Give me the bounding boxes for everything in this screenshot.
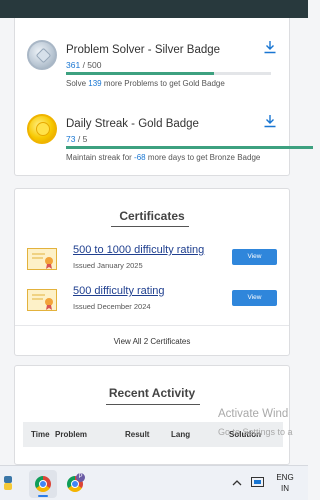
certificate-title-link[interactable]: 500 difficulty rating xyxy=(73,285,165,297)
badge-progress-total: / 5 xyxy=(77,134,88,144)
windows-taskbar: P ENG IN xyxy=(0,465,308,500)
column-header-time[interactable]: Time xyxy=(31,430,50,439)
badge-hint: Maintain streak for -68 more days to get… xyxy=(66,152,271,163)
chrome-icon xyxy=(35,476,51,492)
chrome-profile-taskbar-button[interactable]: P xyxy=(61,470,89,498)
certificate-issued-date: Issued December 2024 xyxy=(73,302,151,311)
activate-windows-watermark: Activate Wind xyxy=(218,408,289,420)
certificates-heading: Certificates xyxy=(119,209,185,223)
badge-hint-prefix: Solve xyxy=(66,79,87,88)
download-icon[interactable] xyxy=(263,114,277,128)
badge-progress-bar xyxy=(66,72,271,75)
badge-progress-total: / 500 xyxy=(82,60,102,70)
badge-progress-current: 361 xyxy=(66,60,81,70)
badge-problem-solver: Problem Solver - Silver Badge 361 / 500 … xyxy=(25,40,285,100)
language-indicator[interactable]: ENG IN xyxy=(270,472,300,494)
activate-windows-subtext: Go to Settings to a xyxy=(218,427,293,437)
network-icon[interactable] xyxy=(251,477,264,489)
column-header-result[interactable]: Result xyxy=(125,430,149,439)
certificate-title-link[interactable]: 500 to 1000 difficulty rating xyxy=(73,244,204,256)
certificate-item: 500 to 1000 difficulty rating Issued Jan… xyxy=(25,244,281,274)
view-certificate-button[interactable]: View xyxy=(232,249,277,265)
badge-progress-bar xyxy=(66,146,313,149)
badge-progress-fill xyxy=(66,146,313,149)
badge-hint-prefix: Maintain streak for xyxy=(66,153,132,162)
certificate-item: 500 difficulty rating Issued December 20… xyxy=(25,285,281,315)
badge-hint-number: -68 xyxy=(134,153,146,162)
heading-underline xyxy=(106,404,200,405)
region-code: IN xyxy=(281,484,289,493)
badge-hint: Solve 139 more Problems to get Gold Badg… xyxy=(66,78,271,89)
badge-title: Daily Streak - Gold Badge xyxy=(66,118,199,130)
badges-card: Problem Solver - Silver Badge 361 / 500 … xyxy=(14,18,313,176)
gold-badge-icon xyxy=(27,114,57,144)
divider xyxy=(15,325,289,326)
python-icon[interactable] xyxy=(2,475,14,491)
badge-progress-fill xyxy=(66,72,214,75)
badge-hint-suffix: more days to get Bronze Badge xyxy=(147,153,261,162)
badge-title: Problem Solver - Silver Badge xyxy=(66,44,221,56)
chrome-taskbar-button[interactable] xyxy=(29,470,57,498)
language-code: ENG xyxy=(276,473,294,482)
silver-badge-icon xyxy=(27,40,57,70)
certificate-icon xyxy=(27,248,57,270)
column-header-lang[interactable]: Lang xyxy=(171,430,190,439)
heading-underline xyxy=(111,226,189,227)
recent-activity-heading: Recent Activity xyxy=(108,386,196,400)
certificates-card: Certificates 500 to 1000 difficulty rati… xyxy=(14,188,290,356)
certificate-issued-date: Issued January 2025 xyxy=(73,261,143,270)
certificate-icon xyxy=(27,289,57,311)
download-icon[interactable] xyxy=(263,40,277,54)
badge-hint-suffix: more Problems to get Gold Badge xyxy=(103,79,225,88)
badge-daily-streak: Daily Streak - Gold Badge 73 / 5 Maintai… xyxy=(25,114,313,174)
badge-progress-text: 361 / 500 xyxy=(66,60,101,70)
chevron-up-icon[interactable] xyxy=(232,479,242,487)
badge-hint-number: 139 xyxy=(88,79,102,88)
badge-progress-current: 73 xyxy=(66,134,76,144)
top-navigation-bar xyxy=(0,0,308,18)
profile-badge-icon: P xyxy=(76,473,85,482)
column-header-problem[interactable]: Problem xyxy=(55,430,87,439)
badge-progress-text: 73 / 5 xyxy=(66,134,87,144)
view-all-certificates-link[interactable]: View All 2 Certificates xyxy=(15,337,289,346)
view-certificate-button[interactable]: View xyxy=(232,290,277,306)
